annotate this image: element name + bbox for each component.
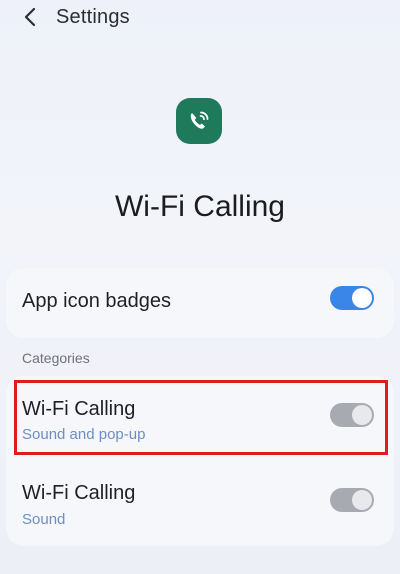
wifi-calling-app-icon (176, 98, 222, 144)
chevron-left-icon (24, 7, 36, 27)
notification-settings-screen: Settings Wi-Fi Calling App icon badges C… (0, 0, 400, 574)
toggle-knob (352, 288, 372, 308)
app-icon-badges-toggle[interactable] (330, 286, 374, 310)
categories-header: Categories (22, 350, 90, 366)
category-toggle[interactable] (330, 488, 374, 512)
highlight-box (14, 380, 388, 455)
page-title: Settings (56, 5, 130, 28)
category-subtitle: Sound (22, 511, 66, 528)
app-icon-badges-label: App icon badges (22, 290, 172, 312)
toggle-knob (352, 490, 372, 510)
category-row[interactable]: Wi-Fi Calling Sound (6, 462, 394, 542)
wifi-calling-phone-icon (190, 111, 209, 129)
app-name: Wi-Fi Calling (114, 190, 285, 223)
app-icon-badges-row[interactable]: App icon badges (6, 268, 394, 338)
app-icon-badges-card: App icon badges (6, 268, 394, 338)
top-bar: Settings (0, 0, 400, 34)
back-button[interactable] (18, 5, 42, 29)
category-title: Wi-Fi Calling (22, 482, 136, 504)
